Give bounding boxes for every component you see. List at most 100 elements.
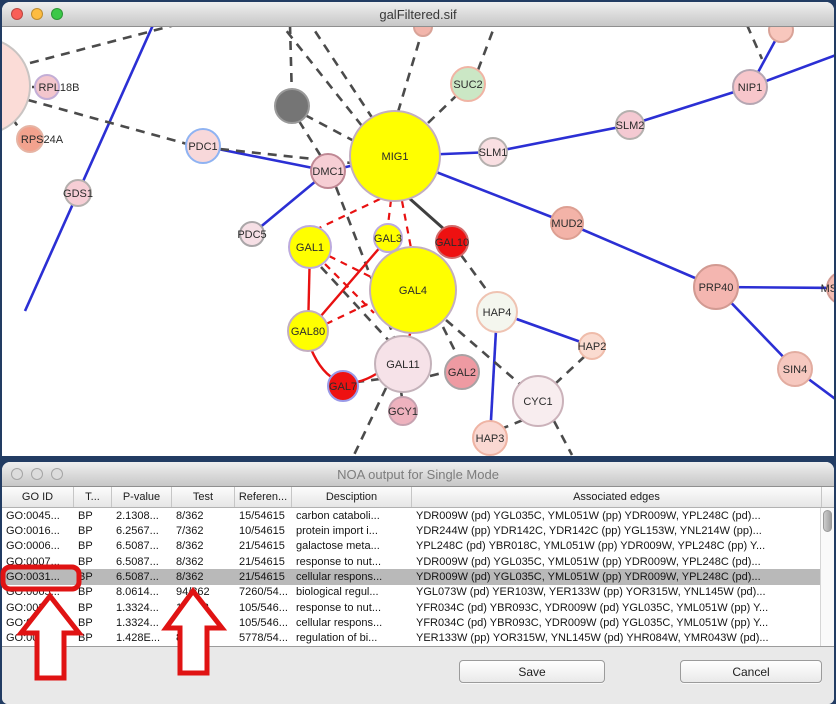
node-gcy1[interactable]: GCY1 bbox=[388, 397, 418, 425]
node-label: SLM1 bbox=[479, 147, 508, 159]
node-label: RPS24A bbox=[21, 134, 64, 146]
column-header[interactable]: Test bbox=[172, 487, 235, 507]
close-button[interactable] bbox=[11, 468, 23, 480]
table-cell: YDR009W (pd) YGL035C, YML051W (pp) YDR00… bbox=[412, 510, 820, 522]
node-label: MIG1 bbox=[382, 151, 409, 163]
table-cell: carbon cataboli... bbox=[292, 510, 412, 522]
node-sin4[interactable]: SIN4 bbox=[778, 352, 812, 386]
node-slm2[interactable]: SLM2 bbox=[616, 111, 645, 139]
table-cell: YDR244W (pp) YDR142C, YDR142C (pp) YGL15… bbox=[412, 525, 820, 537]
table-cell: BP bbox=[74, 571, 112, 583]
table-cell: 105/546... bbox=[235, 602, 292, 614]
table-header: GO IDT...P-valueTestReferen...Desciption… bbox=[2, 487, 834, 508]
node-unlabeled[interactable] bbox=[275, 89, 309, 123]
node-gal11[interactable]: GAL11 bbox=[375, 336, 431, 392]
minimize-button[interactable] bbox=[31, 468, 43, 480]
node-hap4[interactable]: HAP4 bbox=[477, 292, 517, 332]
node-hap3[interactable]: HAP3 bbox=[473, 421, 507, 455]
network-canvas[interactable]: RPL18B RPS24A GDS1 PDC1 MIG1 DMC1 SUC2 SLM1 SLM2… bbox=[2, 27, 834, 456]
node-gal1[interactable]: GAL1 bbox=[289, 226, 331, 268]
column-header[interactable]: Desciption bbox=[292, 487, 412, 507]
table-cell: 21/54615 bbox=[235, 571, 292, 583]
table-cell: GO:0031... bbox=[2, 571, 74, 583]
minimize-button[interactable] bbox=[31, 8, 43, 20]
table-cell: 7/362 bbox=[172, 525, 235, 537]
network-edge bbox=[747, 27, 762, 59]
table-cell: YFR034C (pd) YBR093C, YDR009W (pd) YGL03… bbox=[412, 617, 820, 629]
cancel-button[interactable]: Cancel bbox=[680, 660, 822, 683]
node-msl1[interactable]: MSL1 bbox=[821, 272, 834, 304]
node-gds1[interactable]: GDS1 bbox=[63, 180, 93, 206]
table-cell: GO:0031... bbox=[2, 617, 74, 629]
table-row[interactable]: GO:0006...BP6.5087...8/36221/54615galact… bbox=[2, 539, 820, 554]
node-gal4[interactable]: GAL4 bbox=[370, 247, 456, 333]
node-label: GDS1 bbox=[63, 188, 93, 200]
node-nip1[interactable]: NIP1 bbox=[733, 70, 767, 104]
node-unlabeled[interactable] bbox=[414, 27, 432, 36]
table-row[interactable]: GO:0031...BP1.3324...11/362105/546...cel… bbox=[2, 615, 820, 630]
output-titlebar[interactable]: NOA output for Single Mode bbox=[2, 462, 834, 487]
table-row[interactable]: GO:0031...BP6.5087...8/36221/54615cellul… bbox=[2, 569, 820, 584]
table-cell: 6.5087... bbox=[112, 556, 172, 568]
node-rpl18b[interactable]: RPL18B bbox=[35, 75, 79, 99]
table-cell: 6.5087... bbox=[112, 571, 172, 583]
node-label: GAL2 bbox=[448, 367, 476, 379]
button-bar: Save Cancel bbox=[2, 646, 834, 704]
table-cell: biological regul... bbox=[292, 586, 412, 598]
node-gal2[interactable]: GAL2 bbox=[445, 355, 479, 389]
table-row[interactable]: GO:0016...BP6.2567...7/36210/54615protei… bbox=[2, 523, 820, 538]
node-label: HAP2 bbox=[578, 341, 607, 353]
node-gal3[interactable]: GAL3 bbox=[374, 224, 402, 252]
table-row[interactable]: GO:0031...BP1.3324...11/362105/546...res… bbox=[2, 600, 820, 615]
node-dmc1[interactable]: DMC1 bbox=[311, 154, 345, 188]
table-row[interactable]: GO:0065...BP8.0614...94/3627260/54...bio… bbox=[2, 585, 820, 600]
close-button[interactable] bbox=[11, 8, 23, 20]
node-label: DMC1 bbox=[312, 166, 343, 178]
node-gal7[interactable]: GAL7 bbox=[328, 371, 358, 401]
node-cyc1[interactable]: CYC1 bbox=[513, 376, 563, 426]
table-cell: BP bbox=[74, 632, 112, 644]
table-cell: BP bbox=[74, 602, 112, 614]
node-gal10[interactable]: GAL10 bbox=[435, 226, 469, 258]
column-header[interactable]: P-value bbox=[112, 487, 172, 507]
table-cell: 15/54615 bbox=[235, 510, 292, 522]
network-edge bbox=[493, 125, 630, 152]
table-cell: GO:0016... bbox=[2, 525, 74, 537]
table-row[interactable]: GO:0050...BP1.428E...80/3625778/54...reg… bbox=[2, 631, 820, 646]
table-cell: YPL248C (pd) YBR018C, YML051W (pp) YDR00… bbox=[412, 540, 820, 552]
zoom-button[interactable] bbox=[51, 468, 63, 480]
network-edge bbox=[630, 87, 750, 125]
network-edge bbox=[299, 121, 322, 158]
network-edge bbox=[428, 95, 457, 123]
node-mud2[interactable]: MUD2 bbox=[551, 207, 583, 239]
column-header[interactable]: Associated edges bbox=[412, 487, 822, 507]
node-unlabeled[interactable] bbox=[2, 38, 30, 134]
table-row[interactable]: GO:0007...BP6.5087...8/36221/54615respon… bbox=[2, 554, 820, 569]
column-header[interactable]: GO ID bbox=[2, 487, 74, 507]
node-rps24a[interactable]: RPS24A bbox=[17, 126, 64, 152]
table-body: GO:0045...BP2.1308...8/36215/54615carbon… bbox=[2, 508, 820, 646]
network-edge bbox=[461, 255, 491, 296]
node-pdc1[interactable]: PDC1 bbox=[186, 129, 220, 163]
table-cell: 11/362 bbox=[172, 602, 235, 614]
node-suc2[interactable]: SUC2 bbox=[451, 67, 485, 101]
network-edge bbox=[554, 421, 572, 455]
node-hap2[interactable]: HAP2 bbox=[578, 333, 607, 359]
table-scrollbar[interactable] bbox=[820, 508, 834, 646]
column-header[interactable]: Referen... bbox=[235, 487, 292, 507]
network-edge bbox=[443, 327, 458, 357]
table-row[interactable]: GO:0045...BP2.1308...8/36215/54615carbon… bbox=[2, 508, 820, 523]
table-cell: 1.3324... bbox=[112, 617, 172, 629]
table-cell: galactose meta... bbox=[292, 540, 412, 552]
scrollbar-thumb[interactable] bbox=[823, 510, 832, 532]
zoom-button[interactable] bbox=[51, 8, 63, 20]
node-prp40[interactable]: PRP40 bbox=[694, 265, 738, 309]
column-header[interactable]: T... bbox=[74, 487, 112, 507]
node-label: HAP4 bbox=[483, 307, 512, 319]
node-slm1[interactable]: SLM1 bbox=[479, 138, 508, 166]
node-mig1[interactable]: MIG1 bbox=[350, 111, 440, 201]
save-button[interactable]: Save bbox=[459, 660, 605, 683]
node-gal80[interactable]: GAL80 bbox=[288, 311, 328, 351]
node-unlabeled[interactable] bbox=[769, 27, 793, 42]
network-titlebar[interactable]: galFiltered.sif bbox=[2, 2, 834, 27]
